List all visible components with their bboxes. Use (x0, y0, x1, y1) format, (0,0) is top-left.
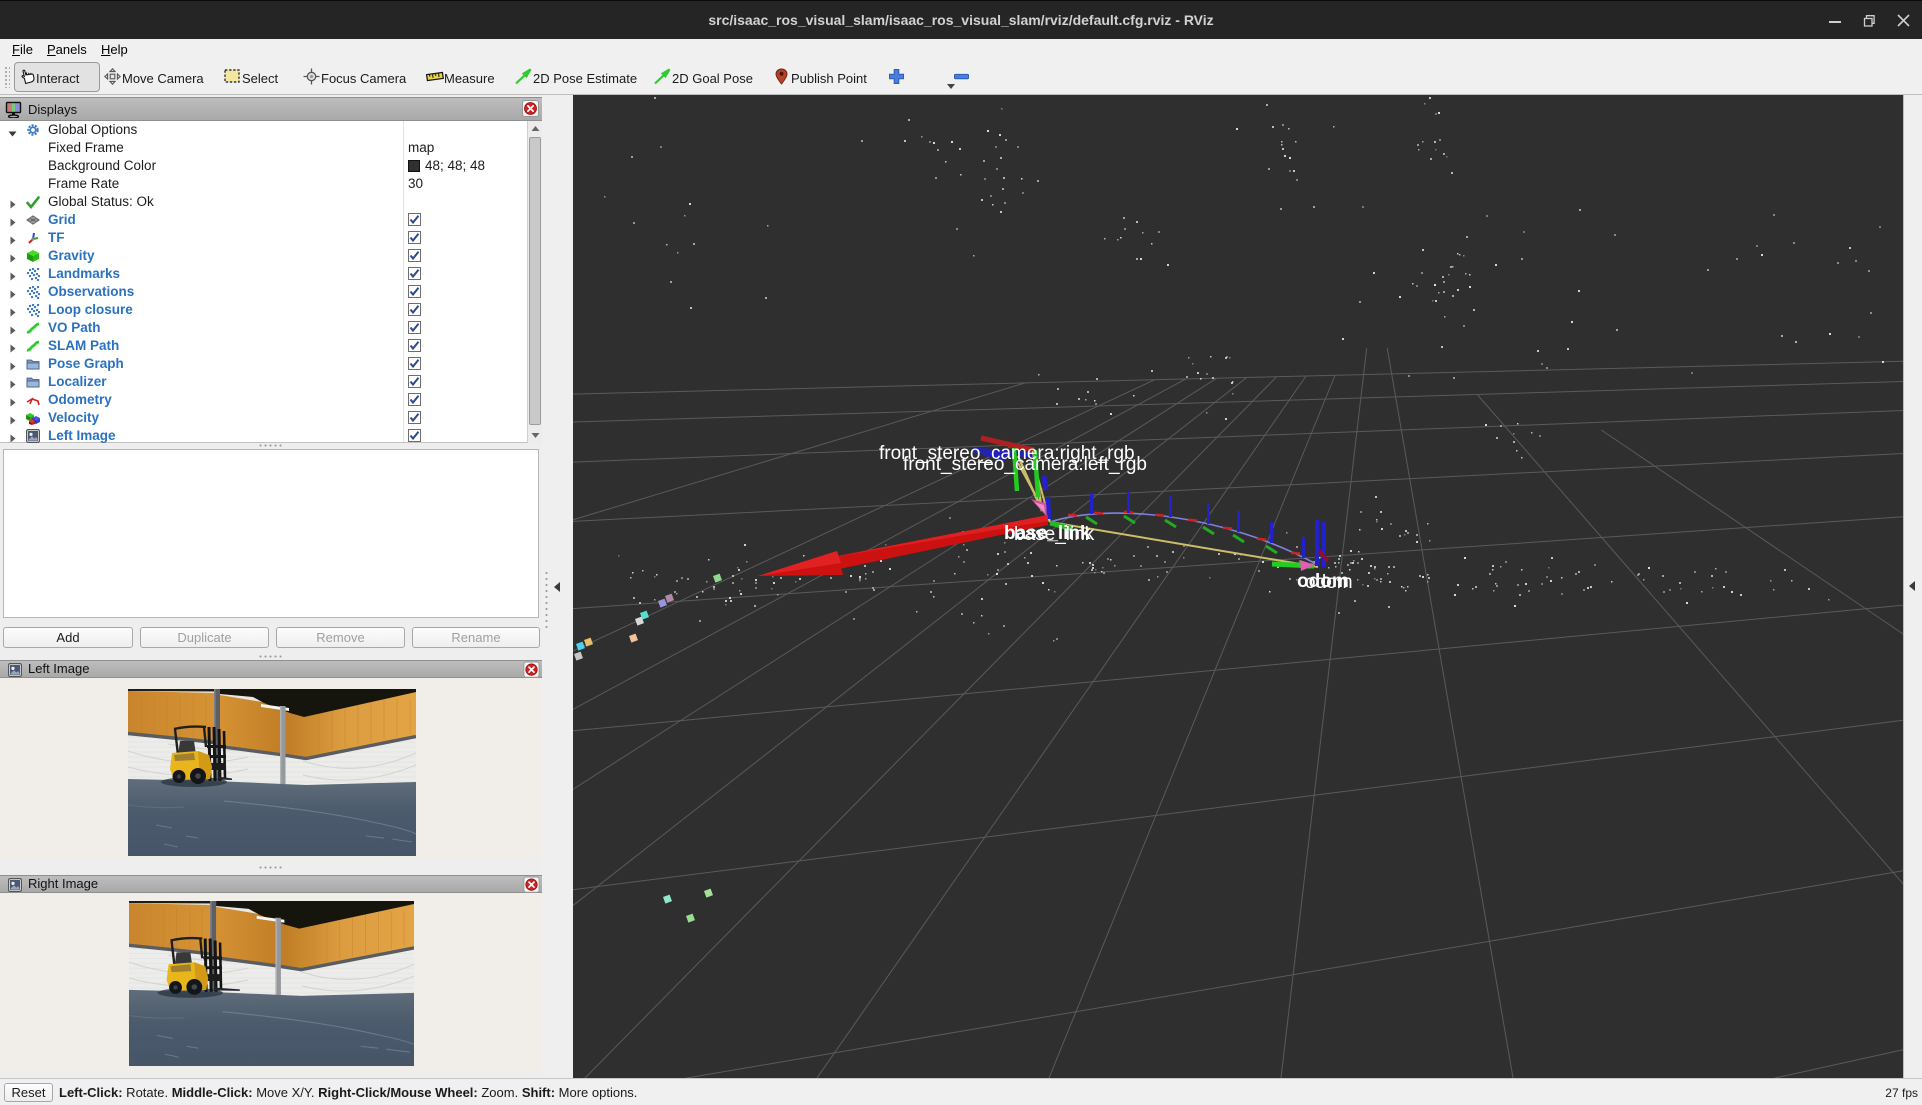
svg-text:front_stereo_camera:left_rgb: front_stereo_camera:left_rgb (903, 454, 1147, 475)
svg-text:base_link: base_link (1014, 524, 1095, 545)
svg-text:odom: odom (1305, 572, 1353, 593)
